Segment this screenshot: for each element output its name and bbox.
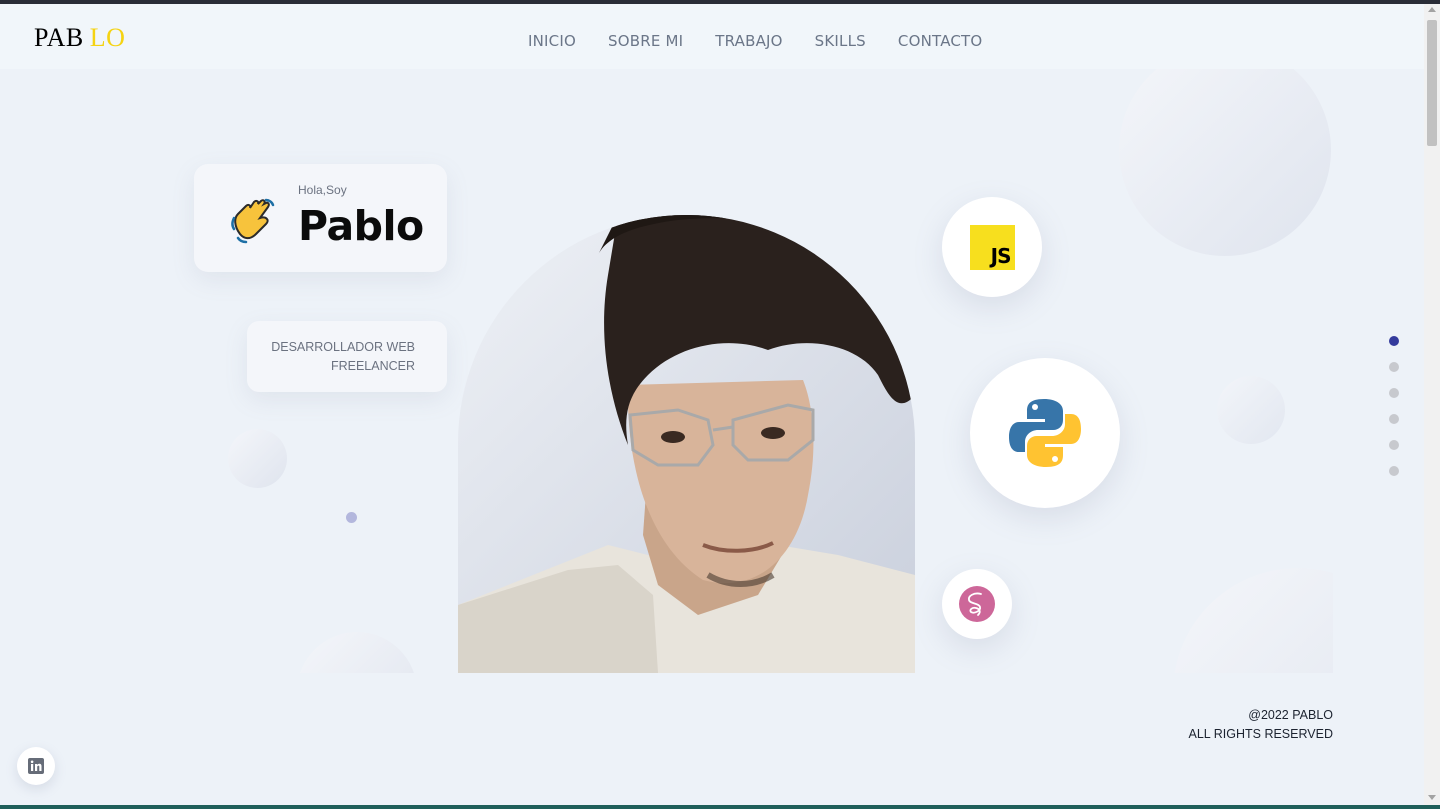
decorative-circle <box>228 429 287 488</box>
section-dot-3[interactable] <box>1389 388 1399 398</box>
role-line-1: DESARROLLADOR WEB <box>271 340 415 354</box>
javascript-icon: JS <box>969 224 1015 270</box>
javascript-badge: JS <box>942 197 1042 297</box>
profile-portrait <box>458 215 915 673</box>
scroll-down-icon[interactable] <box>1428 795 1436 800</box>
role-card: DESARROLLADOR WEB FREELANCER <box>247 321 447 392</box>
copyright-text: @2022 PABLO <box>1248 708 1333 722</box>
python-icon <box>1009 399 1081 467</box>
nav-link-contacto[interactable]: CONTACTO <box>898 32 983 50</box>
greeting-card: Hola,Soy Pablo <box>194 164 447 272</box>
logo-part-2: LO <box>89 23 126 52</box>
sass-icon <box>959 586 995 622</box>
greeting-text: Hola,Soy <box>298 183 347 197</box>
section-dot-5[interactable] <box>1389 440 1399 450</box>
section-dot-4[interactable] <box>1389 414 1399 424</box>
role-line-2: FREELANCER <box>330 359 415 373</box>
nav-link-sobre-mi[interactable]: SOBRE MI <box>608 32 683 50</box>
python-badge <box>970 358 1120 508</box>
decorative-dot <box>346 512 357 523</box>
javascript-icon-label: JS <box>990 243 1012 268</box>
scroll-up-icon[interactable] <box>1428 7 1436 12</box>
rights-text: ALL RIGHTS RESERVED <box>1188 727 1334 741</box>
profile-photo <box>458 215 915 673</box>
window-bottom-border <box>0 805 1440 809</box>
linkedin-icon <box>28 758 44 774</box>
linkedin-button[interactable] <box>17 747 55 785</box>
page-section-dots <box>1389 336 1399 476</box>
section-dot-6[interactable] <box>1389 466 1399 476</box>
main-nav: INICIO SOBRE MI TRABAJO SKILLS CONTACTO <box>528 32 982 50</box>
site-header: PAB LO INICIO SOBRE MI TRABAJO SKILLS CON… <box>0 4 1424 69</box>
hero-name: Pablo <box>298 202 424 250</box>
decorative-circle <box>1217 376 1285 444</box>
footer-copyright: @2022 PABLO ALL RIGHTS RESERVED <box>1150 706 1334 744</box>
section-dot-1[interactable] <box>1389 336 1399 346</box>
site-logo[interactable]: PAB LO <box>34 23 125 53</box>
decorative-circle <box>297 632 417 673</box>
section-dot-2[interactable] <box>1389 362 1399 372</box>
nav-link-inicio[interactable]: INICIO <box>528 32 576 50</box>
scrollbar-thumb[interactable] <box>1427 20 1437 146</box>
decorative-circle <box>1173 568 1333 673</box>
nav-link-trabajo[interactable]: TRABAJO <box>715 32 782 50</box>
nav-link-skills[interactable]: SKILLS <box>815 32 866 50</box>
decorative-circle <box>1119 69 1331 256</box>
waving-hand-icon <box>231 198 275 244</box>
sass-badge <box>942 569 1012 639</box>
logo-part-1: PAB <box>34 23 84 52</box>
